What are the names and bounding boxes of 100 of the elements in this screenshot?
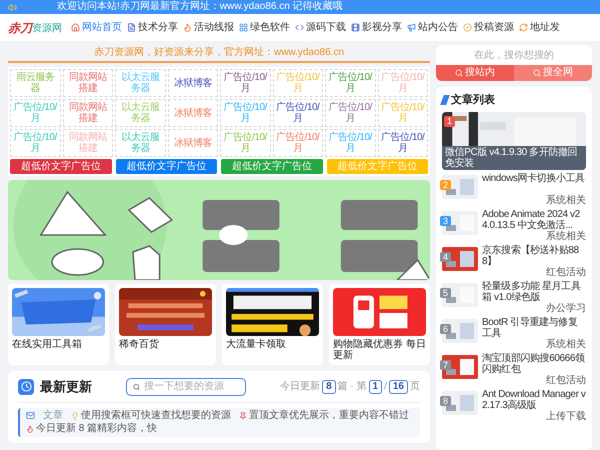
- welcome-text: 欢迎访问本站!赤刀网最新官方网址：www.ydao86.cn 记得收藏哦: [57, 2, 343, 12]
- ad-link[interactable]: 同款网站搭建: [62, 69, 113, 97]
- nav-item[interactable]: 投稿资源: [462, 20, 515, 35]
- category-label: 上传下载: [545, 410, 586, 422]
- nav-item[interactable]: 源码下载: [294, 20, 347, 35]
- ad-link[interactable]: 广告位/10/月: [220, 69, 270, 97]
- notice-text: 今日更新 8 篇精彩内容，快: [36, 422, 158, 434]
- article-item[interactable]: 6 BootR 引导重建与修复工具 系统相关: [442, 316, 586, 350]
- ad-link[interactable]: 广告位/10/月: [325, 99, 376, 127]
- nav-item[interactable]: 绿色软件: [238, 20, 291, 35]
- nav-icon: [183, 23, 192, 32]
- notice-icon: [239, 412, 247, 420]
- category-label: 系统相关: [545, 194, 586, 206]
- section-title: 最新更新: [40, 378, 92, 396]
- ad-button[interactable]: 超低价文字广告位: [10, 159, 112, 174]
- ad-button[interactable]: 超低价文字广告位: [221, 159, 322, 174]
- ad-link[interactable]: 广告位/10/月: [272, 129, 323, 157]
- search-button[interactable]: 搜全网: [514, 65, 592, 81]
- article-item[interactable]: 8 Ant Download Manager v2.17.3高级版 上传下载: [442, 388, 586, 422]
- section-title: 文章列表: [451, 92, 495, 108]
- slogan: 赤刀资源网，好资源来分享，官方网址：www.ydao86.cn: [94, 46, 344, 60]
- search-icon: [133, 382, 140, 391]
- article-title: windows网卡切换小工具: [482, 172, 586, 184]
- nav-icon: [463, 23, 472, 32]
- promo-card[interactable]: 稀奇百货: [115, 284, 216, 365]
- article-title: Adobe Animate 2024 v24.0.13.5 中文免激活...: [482, 208, 581, 230]
- nav-item[interactable]: 活动线报: [182, 20, 235, 35]
- nav-item[interactable]: 网站首页: [70, 20, 123, 35]
- article-title: 轻量级多功能 星月工具箱 v1.0绿色版: [482, 280, 582, 302]
- nav-icon: [407, 23, 416, 32]
- article-item[interactable]: 4 京东搜索【秒送补贴888】 红包活动: [442, 244, 586, 278]
- ad-link[interactable]: 广告位/10/月: [220, 99, 270, 127]
- rank-badge: 5: [440, 288, 452, 298]
- nav-icon: [239, 23, 248, 32]
- category-label: 红包活动: [545, 266, 586, 278]
- rank-badge: 2: [440, 180, 452, 190]
- stats-label: 今日更新: [280, 380, 320, 394]
- nav-item[interactable]: 技术分享: [126, 20, 179, 35]
- rank-badge: 7: [440, 360, 452, 370]
- ad-link[interactable]: 冰狱博客: [168, 129, 218, 157]
- card-caption: 在线实用工具箱: [12, 339, 83, 350]
- ad-link[interactable]: 同款网站搭建: [62, 99, 113, 127]
- mail-icon: [26, 411, 35, 420]
- card-caption: 大流量卡领取: [226, 339, 287, 350]
- ad-button[interactable]: 超低价文字广告位: [116, 159, 217, 174]
- logo[interactable]: 赤刀资源网: [8, 22, 62, 34]
- promo-card[interactable]: 购物隐藏优惠券 每日更新: [329, 284, 430, 365]
- notice-icon: [71, 412, 79, 420]
- nav-item[interactable]: 地址发: [518, 20, 561, 35]
- article-item[interactable]: 7 淘宝顶部闪购搜60666领闪购红包 红包活动: [442, 352, 586, 386]
- featured-article[interactable]: 1 微信PC版 v4.1.9.30 多开防撤回免安装: [442, 112, 586, 170]
- stats-label: /: [384, 380, 387, 394]
- count-badge: 8: [322, 380, 336, 394]
- notice-text: 使用搜索框可快速查找想要的资源: [81, 410, 231, 422]
- article-title: Ant Download Manager v2.17.3高级版: [482, 388, 586, 410]
- category-label: 系统相关: [545, 230, 586, 242]
- slash-icon: [440, 95, 450, 106]
- page-badge: 16: [388, 380, 408, 394]
- card-caption: 购物隐藏优惠券 每日更新: [333, 339, 426, 361]
- search-field[interactable]: 搜一下想要的资源: [126, 378, 246, 396]
- rank-badge: 8: [440, 396, 452, 406]
- search-icon: [533, 69, 541, 77]
- stats-label: 篇 · 第: [338, 380, 367, 394]
- notice-text: 文章: [43, 410, 63, 422]
- ad-link[interactable]: 冰狱博客: [168, 69, 218, 97]
- promo-card[interactable]: 在线实用工具箱: [8, 284, 109, 365]
- notice-text: 置顶文章优先展示，重要内容不错过: [249, 410, 409, 422]
- rank-badge: 4: [440, 252, 452, 262]
- article-title: 微信PC版 v4.1.9.30 多开防撤回免安装: [442, 146, 586, 170]
- ad-link[interactable]: 广告位/10/月: [272, 99, 323, 127]
- ad-link[interactable]: 冰狱博客: [168, 99, 218, 127]
- nav-icon: [519, 23, 528, 32]
- clock-icon: [18, 378, 34, 395]
- ad-link[interactable]: 广告位/10/月: [378, 129, 428, 157]
- nav-icon: [127, 23, 136, 32]
- article-title: 淘宝顶部闪购搜60666领闪购红包: [482, 352, 586, 374]
- nav-icon: [351, 23, 360, 32]
- nav-item[interactable]: 站内公告: [406, 20, 459, 35]
- article-title: BootR 引导重建与修复工具: [482, 316, 578, 338]
- stats-label: 页: [410, 380, 420, 394]
- article-item[interactable]: 5 轻量级多功能 星月工具箱 v1.0绿色版 办公学习: [442, 280, 586, 314]
- category-label: 系统相关: [545, 338, 586, 350]
- promo-card[interactable]: 大流量卡领取: [222, 284, 323, 365]
- nav-icon: [71, 23, 80, 32]
- search-button[interactable]: 搜站内: [436, 65, 514, 81]
- nav-icon: [295, 23, 304, 32]
- nav-item[interactable]: 影视分享: [350, 20, 403, 35]
- category-label: 红包活动: [545, 374, 586, 386]
- page-badge: 1: [368, 380, 382, 394]
- article-item[interactable]: 3 Adobe Animate 2024 v24.0.13.5 中文免激活... 系统相关: [442, 208, 586, 242]
- search-icon: [455, 69, 463, 77]
- speaker-icon: [8, 2, 17, 12]
- rank-badge: 1: [444, 116, 456, 126]
- article-item[interactable]: 2 windows网卡切换小工具 系统相关: [442, 172, 586, 206]
- category-label: 办公学习: [545, 302, 586, 314]
- ad-link[interactable]: 广告位/10/月: [325, 129, 376, 157]
- rank-badge: 3: [440, 216, 452, 226]
- notice-icon: [26, 424, 34, 432]
- search-field[interactable]: 在此，搜你想搜的: [436, 45, 592, 65]
- ad-link[interactable]: 广告位/10/月: [325, 69, 376, 97]
